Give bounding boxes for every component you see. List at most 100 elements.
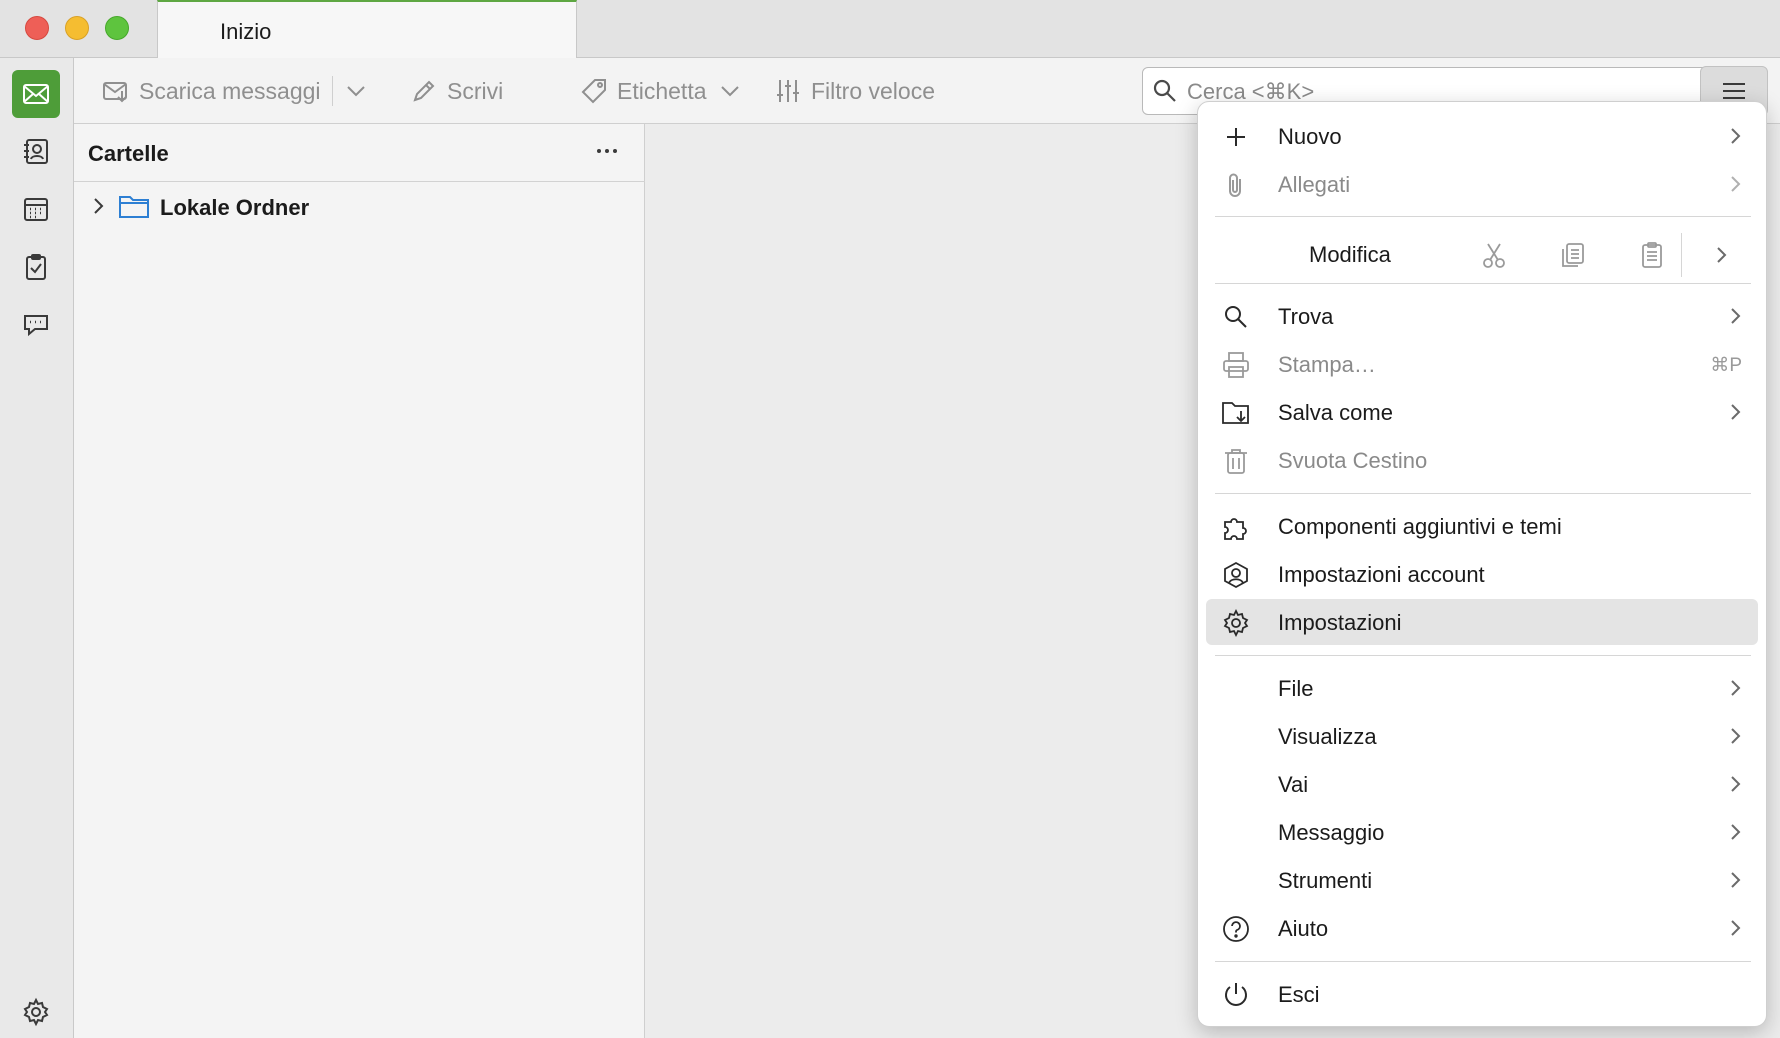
- close-window-button[interactable]: [25, 16, 49, 40]
- tag-button[interactable]: Etichetta: [580, 72, 744, 110]
- menu-item-file[interactable]: File: [1206, 665, 1758, 711]
- get-messages-dropdown[interactable]: [342, 72, 370, 110]
- app-menu-panel: Nuovo Allegati Modifica Trova Stampa… ⌘P: [1197, 101, 1767, 1027]
- address-book-space-button[interactable]: [12, 127, 60, 175]
- toolbar-divider: [332, 76, 333, 106]
- printer-icon: [1223, 352, 1249, 378]
- folder-icon: [119, 196, 149, 218]
- search-icon: [1225, 306, 1247, 328]
- menu-edit-row: Modifica: [1206, 227, 1758, 283]
- menu-item-addons[interactable]: Componenti aggiuntivi e temi: [1206, 503, 1758, 549]
- menu-item-account-settings[interactable]: Impostazioni account: [1206, 551, 1758, 597]
- scissors-icon: [1483, 243, 1505, 268]
- menu-item-tools[interactable]: Strumenti: [1206, 857, 1758, 903]
- menu-item-label: Aiuto: [1278, 916, 1329, 941]
- mail-space-button[interactable]: [12, 70, 60, 118]
- menu-item-print[interactable]: Stampa… ⌘P: [1206, 341, 1758, 387]
- chevron-right-icon: [1731, 776, 1741, 792]
- puzzle-icon: [1224, 518, 1247, 540]
- menu-item-new[interactable]: Nuovo: [1206, 113, 1758, 159]
- print-shortcut: ⌘P: [1710, 355, 1742, 376]
- chevron-right-icon: [1731, 176, 1741, 192]
- pencil-icon: [413, 80, 435, 102]
- copy-button[interactable]: [1553, 235, 1593, 275]
- more-dots-icon: [597, 149, 617, 153]
- folder-pane-more-button[interactable]: [590, 134, 624, 168]
- folder-pane-title: Cartelle: [88, 141, 169, 166]
- chat-space-button[interactable]: [12, 301, 60, 349]
- chevron-right-icon: [1731, 728, 1741, 744]
- paste-button[interactable]: [1632, 235, 1672, 275]
- menu-item-find[interactable]: Trova: [1206, 293, 1758, 339]
- get-messages-icon: [103, 82, 127, 103]
- menu-item-settings[interactable]: Impostazioni: [1206, 599, 1758, 645]
- calendar-space-button[interactable]: [12, 185, 60, 233]
- maximize-window-button[interactable]: [105, 16, 129, 40]
- menu-item-label: Stampa…: [1278, 352, 1376, 377]
- menu-item-help[interactable]: Aiuto: [1206, 905, 1758, 951]
- menu-item-label: Allegati: [1278, 172, 1351, 197]
- paperclip-icon: [1229, 173, 1241, 197]
- get-messages-button[interactable]: Scarica messaggi: [102, 72, 321, 110]
- edit-label: Modifica: [1309, 242, 1391, 267]
- chevron-right-icon: [1731, 308, 1741, 324]
- menu-item-view[interactable]: Visualizza: [1206, 713, 1758, 759]
- mail-icon: [23, 84, 49, 104]
- menu-item-quit[interactable]: Esci: [1206, 971, 1758, 1017]
- quick-filter-button[interactable]: Filtro veloce: [774, 72, 935, 110]
- search-icon: [1153, 79, 1176, 102]
- address-book-icon: [24, 139, 48, 164]
- write-button[interactable]: Scrivi: [410, 72, 503, 110]
- menu-item-label: Nuovo: [1278, 124, 1342, 149]
- tab-home[interactable]: Inizio: [157, 0, 577, 59]
- account-settings-icon: [1224, 561, 1248, 589]
- chevron-right-icon[interactable]: [1710, 244, 1732, 266]
- folder-row-local-folders[interactable]: Lokale Ordner: [74, 186, 645, 226]
- gear-icon: [1223, 608, 1249, 638]
- menu-separator: [1215, 216, 1751, 217]
- minimize-window-button[interactable]: [65, 16, 89, 40]
- trash-icon: [1225, 449, 1247, 474]
- menu-item-label: Svuota Cestino: [1278, 448, 1428, 473]
- menu-separator: [1215, 493, 1751, 494]
- clipboard-icon: [1642, 242, 1662, 268]
- menu-item-label: Componenti aggiuntivi e temi: [1278, 514, 1562, 539]
- filter-sliders-icon: [777, 80, 799, 102]
- quick-filter-label: Filtro veloce: [811, 77, 935, 104]
- menu-item-attachments[interactable]: Allegati: [1206, 161, 1758, 207]
- tag-label: Etichetta: [617, 77, 707, 104]
- tasks-icon: [26, 254, 46, 280]
- plus-icon: [1227, 128, 1245, 146]
- chevron-down-icon: [720, 86, 739, 97]
- menu-separator: [1215, 655, 1751, 656]
- menu-separator: [1215, 283, 1751, 284]
- cut-button[interactable]: [1474, 235, 1514, 275]
- get-messages-label: Scarica messaggi: [139, 77, 321, 104]
- chevron-right-icon: [1731, 920, 1741, 936]
- settings-space-button[interactable]: [12, 988, 60, 1036]
- menu-item-label: Strumenti: [1278, 868, 1373, 893]
- spaces-toolbar: [0, 58, 74, 1038]
- chevron-right-icon: [1731, 872, 1741, 888]
- menu-item-empty-trash[interactable]: Svuota Cestino: [1206, 437, 1758, 483]
- title-bar: Inizio: [0, 0, 1780, 59]
- menu-item-save-as[interactable]: Salva come: [1206, 389, 1758, 435]
- chevron-right-icon: [1731, 404, 1741, 420]
- menu-item-label: Visualizza: [1278, 724, 1377, 749]
- menu-edit-divider: [1681, 233, 1682, 277]
- chevron-right-icon[interactable]: [88, 196, 108, 216]
- folder-pane: Cartelle Lokale Ordner: [74, 124, 645, 1038]
- menu-item-label: Esci: [1278, 982, 1320, 1007]
- menu-separator: [1215, 961, 1751, 962]
- write-label: Scrivi: [447, 77, 504, 104]
- copy-icon: [1562, 243, 1584, 267]
- hamburger-menu-icon: [1723, 83, 1745, 99]
- help-icon: [1223, 916, 1249, 942]
- menu-item-go[interactable]: Vai: [1206, 761, 1758, 807]
- menu-item-message[interactable]: Messaggio: [1206, 809, 1758, 855]
- menu-item-label: Vai: [1278, 772, 1309, 797]
- chevron-right-icon: [1731, 680, 1741, 696]
- chevron-down-icon: [347, 86, 365, 97]
- tasks-space-button[interactable]: [12, 243, 60, 291]
- tab-label: Inizio: [220, 19, 272, 44]
